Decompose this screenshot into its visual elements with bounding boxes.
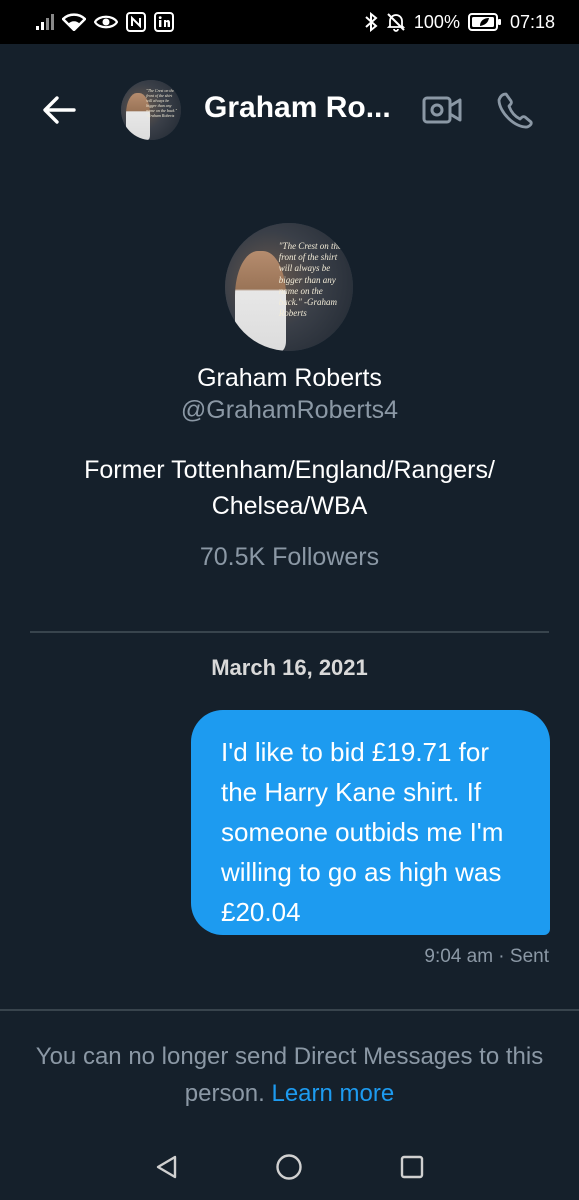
divider [30, 631, 549, 633]
arrow-left-icon [43, 96, 76, 124]
nfc-icon [126, 12, 146, 32]
eye-icon [94, 14, 118, 30]
header-title[interactable]: Graham Ro... [204, 91, 391, 125]
profile-avatar[interactable]: "The Crest on the front of the shirt wil… [225, 223, 353, 351]
composer-divider [0, 1009, 579, 1011]
clock: 07:18 [509, 11, 555, 32]
phone-call-button[interactable] [494, 88, 536, 132]
video-call-button[interactable] [420, 90, 464, 130]
conversation-date: March 16, 2021 [211, 655, 368, 680]
battery-icon [467, 13, 502, 31]
status-bar-left [36, 12, 174, 32]
signal-icon [36, 14, 54, 30]
followers-count[interactable]: 70.5K Followers [0, 543, 579, 572]
wifi-icon [62, 13, 86, 31]
nav-home-button[interactable] [272, 1150, 306, 1184]
nav-back-icon [156, 1155, 177, 1179]
nav-back-button[interactable] [150, 1150, 184, 1184]
status-bar: 100% 07:18 [0, 0, 579, 44]
profile-bio: Former Tottenham/England/Rangers/ Chelse… [84, 456, 495, 520]
nav-recents-icon [400, 1155, 424, 1179]
battery-percent: 100% [413, 11, 460, 32]
avatar-quote: "The Crest on the front of the shirt wil… [146, 88, 177, 119]
linkedin-icon [154, 12, 174, 32]
avatar-image: "The Crest on the front of the shirt wil… [121, 80, 181, 140]
message-meta: 9:04 am · Sent [424, 946, 549, 967]
profile-name[interactable]: Graham Roberts [0, 364, 579, 393]
avatar-quote: "The Crest on the front of the shirt wil… [278, 240, 342, 319]
profile-handle[interactable]: @GrahamRoberts4 [0, 396, 579, 425]
avatar-image: "The Crest on the front of the shirt wil… [225, 223, 353, 351]
back-button[interactable] [38, 90, 80, 130]
system-nav-bar [0, 1140, 579, 1200]
nav-home-icon [276, 1154, 302, 1180]
bluetooth-icon [364, 12, 378, 32]
phone-icon [497, 92, 533, 129]
dm-disabled-notice: You can no longer send Direct Messages t… [20, 1038, 559, 1112]
video-call-icon [422, 96, 462, 124]
conversation-header: "The Crest on the front of the shirt wil… [0, 60, 579, 160]
header-avatar[interactable]: "The Crest on the front of the shirt wil… [121, 80, 181, 140]
learn-more-link[interactable]: Learn more [271, 1080, 394, 1107]
status-bar-right: 100% 07:18 [364, 12, 555, 33]
message-bubble[interactable]: I'd like to bid £19.71 for the Harry Kan… [191, 710, 550, 935]
mute-icon [386, 12, 406, 32]
nav-recents-button[interactable] [395, 1150, 429, 1184]
